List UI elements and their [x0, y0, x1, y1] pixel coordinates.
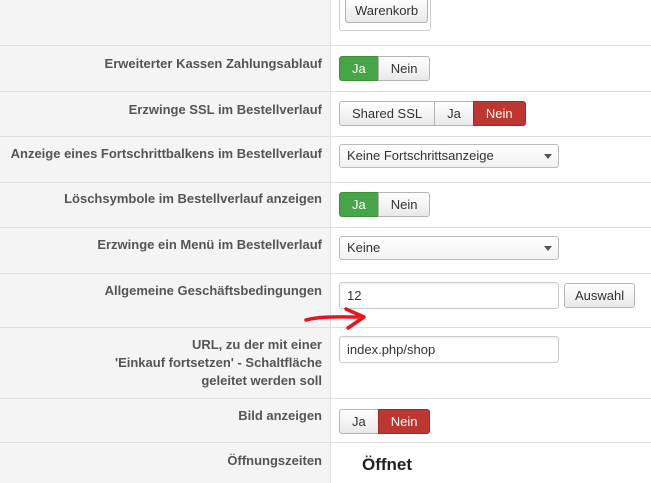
row-label: URL, zu der mit einer 'Einkauf fortsetze…: [115, 336, 322, 390]
row-ssl: Erzwinge SSL im Bestellverlauf Shared SS…: [0, 92, 651, 137]
row-label: Erzwinge ein Menü im Bestellverlauf: [97, 237, 322, 252]
ssl-toggle: Shared SSL Ja Nein: [339, 101, 526, 126]
progress-bar-select[interactable]: Keine Fortschrittsanzeige: [339, 144, 559, 168]
input-value: index.php/shop: [347, 342, 436, 357]
row-label: Öffnungszeiten: [227, 453, 322, 468]
chevron-down-icon: [544, 154, 552, 159]
delete-icons-no-button[interactable]: Nein: [377, 192, 431, 217]
label-line: URL, zu der mit einer: [191, 337, 322, 352]
menu-select[interactable]: Keine: [339, 236, 559, 260]
label-cell: Löschsymbole im Bestellverlauf anzeigen: [0, 183, 331, 227]
label-line: geleitet werden soll: [201, 373, 322, 388]
select-value: Keine Fortschrittsanzeige: [347, 148, 494, 163]
label-cell: Erzwinge ein Menü im Bestellverlauf: [0, 228, 331, 273]
row-label: Bild anzeigen: [238, 408, 322, 423]
row-delete-icons: Löschsymbole im Bestellverlauf anzeigen …: [0, 183, 651, 228]
select-value: Keine: [347, 240, 381, 255]
row-label: Erzwinge SSL im Bestellverlauf: [128, 102, 322, 117]
checkout-flow-toggle: Ja Nein: [339, 56, 431, 81]
checkout-flow-yes-button[interactable]: Ja: [339, 56, 379, 81]
delete-icons-toggle: Ja Nein: [339, 192, 431, 217]
terms-select-button[interactable]: Auswahl: [564, 283, 636, 308]
input-value: 12: [347, 288, 362, 303]
delete-icons-yes-button[interactable]: Ja: [339, 192, 379, 217]
row-show-image: Bild anzeigen Ja Nein: [0, 399, 651, 443]
row-continue-url: URL, zu der mit einer 'Einkauf fortsetze…: [0, 328, 651, 399]
terms-input[interactable]: 12: [339, 282, 559, 309]
row-label: Erweiterter Kassen Zahlungsablauf: [104, 56, 322, 71]
row-menu: Erzwinge ein Menü im Bestellverlauf Kein…: [0, 228, 651, 274]
label-cell: Erzwinge SSL im Bestellverlauf: [0, 92, 331, 136]
label-cell: Anzeige eines Fortschrittbalkens im Best…: [0, 137, 331, 182]
ssl-shared-button[interactable]: Shared SSL: [339, 101, 436, 126]
label-cell: Öffnungszeiten: [0, 443, 331, 483]
cart-box: Warenkorb: [339, 0, 431, 31]
ssl-no-button[interactable]: Nein: [472, 101, 526, 126]
opening-hours-value: Öffnet: [362, 455, 413, 474]
row-label: Allgemeine Geschäftsbedingungen: [104, 283, 322, 298]
label-cell: Bild anzeigen: [0, 399, 331, 442]
red-arrow-annotation: [304, 307, 366, 330]
row-label: Löschsymbole im Bestellverlauf anzeigen: [64, 191, 322, 206]
cart-button[interactable]: Warenkorb: [345, 0, 429, 23]
cart-row: Warenkorb: [0, 0, 651, 46]
checkout-flow-no-button[interactable]: Nein: [377, 56, 431, 81]
label-cell: URL, zu der mit einer 'Einkauf fortsetze…: [0, 328, 331, 398]
ssl-yes-button[interactable]: Ja: [434, 101, 474, 126]
row-opening-hours: Öffnungszeiten Öffnet: [0, 443, 651, 483]
show-image-no-button[interactable]: Nein: [377, 409, 431, 434]
show-image-yes-button[interactable]: Ja: [339, 409, 379, 434]
label-line: 'Einkauf fortsetzen' - Schaltfläche: [114, 355, 322, 370]
row-progress-bar: Anzeige eines Fortschrittbalkens im Best…: [0, 137, 651, 183]
row-label: Anzeige eines Fortschrittbalkens im Best…: [10, 146, 322, 161]
show-image-toggle: Ja Nein: [339, 409, 431, 434]
label-cell: Erweiterter Kassen Zahlungsablauf: [0, 46, 331, 91]
row-terms: Allgemeine Geschäftsbedingungen 12 Auswa…: [0, 274, 651, 330]
row-checkout-flow: Erweiterter Kassen Zahlungsablauf Ja Nei…: [0, 46, 651, 92]
label-cell: Allgemeine Geschäftsbedingungen: [0, 274, 331, 327]
label-cell: [0, 0, 331, 45]
continue-url-input[interactable]: index.php/shop: [339, 336, 559, 363]
chevron-down-icon: [544, 246, 552, 251]
